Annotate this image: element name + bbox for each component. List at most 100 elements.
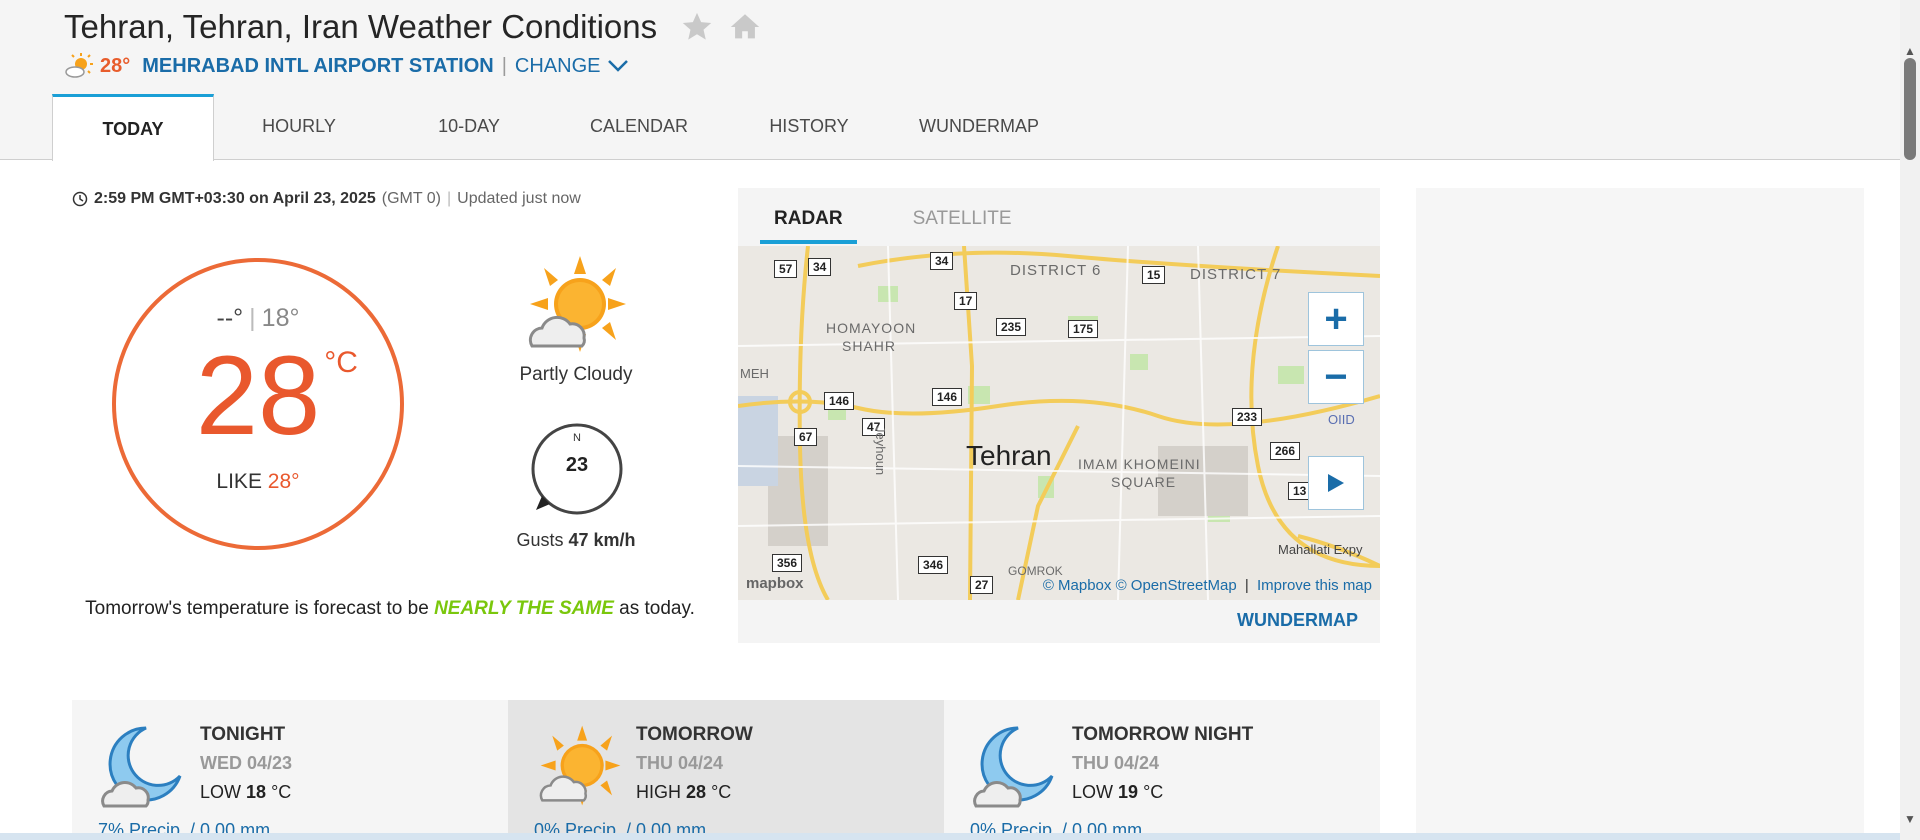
forecast-sentence-after: as today.	[613, 598, 695, 619]
clock-icon	[72, 191, 88, 207]
star-icon[interactable]	[680, 10, 714, 44]
map-tab-radar[interactable]: RADAR	[760, 208, 857, 244]
station-name-link[interactable]: MEHRABAD INTL AIRPORT STATION	[142, 55, 493, 78]
road-shield: 356	[772, 554, 803, 572]
zoom-out-button[interactable]: −	[1308, 350, 1364, 404]
card-temp: HIGH 28 °C	[636, 782, 731, 803]
improve-map-link[interactable]: Improve this map	[1257, 577, 1372, 594]
tab-calendar[interactable]: CALENDAR	[554, 94, 724, 160]
map-tab-satellite[interactable]: SATELLITE	[913, 208, 1012, 244]
scroll-up-arrow-icon[interactable]: ▲	[1904, 44, 1916, 58]
road-shield: 233	[1232, 408, 1263, 426]
radar-map[interactable]: 57 34 34 17 235 175 15 146 146 47 67 233…	[738, 246, 1380, 600]
road-shield: 266	[1270, 442, 1301, 460]
partly-cloudy-icon	[528, 256, 626, 352]
partly-cloudy-icon	[65, 53, 93, 78]
card-temp: LOW 19 °C	[1072, 782, 1163, 803]
scroll-down-arrow-icon[interactable]: ▼	[1904, 812, 1916, 826]
road-shield: 34	[808, 258, 832, 276]
title-actions	[680, 10, 762, 44]
card-title: TOMORROW NIGHT	[1072, 724, 1254, 745]
partly-cloudy-icon	[539, 725, 621, 806]
map-city-label: Tehran	[966, 440, 1052, 471]
scroll-thumb[interactable]	[1904, 58, 1916, 160]
map-label: Mahallati Expy	[1278, 542, 1363, 557]
map-label: Jeyhoun	[873, 426, 888, 476]
road-shield: 235	[996, 318, 1027, 336]
card-date: THU 04/24	[636, 753, 724, 773]
card-temp: LOW 18 °C	[200, 782, 291, 803]
road-shield: 57	[774, 260, 798, 278]
wind-compass: N 23	[528, 420, 626, 518]
play-icon	[1328, 474, 1344, 492]
attrib-separator: |	[1244, 577, 1249, 594]
road-shield: 34	[930, 252, 954, 270]
road-shield: 27	[970, 576, 994, 594]
high-low-temps: --° | 18°	[116, 304, 400, 333]
map-tabs: RADAR SATELLITE	[760, 208, 1012, 244]
road-shield: 15	[1142, 266, 1166, 284]
station-temp: 28°	[100, 54, 131, 77]
card-date: THU 04/24	[1072, 753, 1160, 773]
card-temp-label: HIGH	[636, 782, 681, 802]
current-temp-value: 28	[195, 333, 321, 458]
map-zoom-controls: + −	[1308, 292, 1364, 408]
station-row: 28° MEHRABAD INTL AIRPORT STATION | CHAN…	[64, 52, 629, 80]
play-animation-button[interactable]	[1308, 456, 1364, 510]
map-label: DISTRICT 7	[1190, 266, 1282, 283]
feels-like-value: 28°	[267, 470, 300, 493]
forecast-highlight: NEARLY THE SAME	[434, 598, 614, 619]
map-label: MEH	[740, 366, 769, 381]
high-temp: --°	[216, 304, 244, 332]
forecast-card-tomorrow-night[interactable]: TOMORROW NIGHT THU 04/24 LOW 19 °C 0% Pr…	[944, 700, 1380, 840]
change-label: CHANGE	[514, 54, 601, 77]
chevron-down-icon	[607, 60, 628, 72]
map-panel: RADAR SATELLITE 57 34 34 17 235 175 15 1…	[738, 188, 1380, 643]
moon-cloud-icon	[101, 726, 182, 808]
home-icon[interactable]	[728, 10, 762, 44]
timestamp-updated: Updated just now	[457, 190, 581, 207]
weather-page: Tehran, Tehran, Iran Weather Conditions …	[0, 0, 1920, 840]
condition-label: Partly Cloudy	[519, 364, 633, 385]
current-temp: 28 °C	[116, 340, 400, 452]
card-temp-value: 28	[686, 782, 707, 802]
wundermap-link[interactable]: WUNDERMAP	[1237, 610, 1358, 631]
card-temp-value: 18	[246, 782, 267, 802]
vertical-scrollbar[interactable]: ▲ ▼	[1900, 0, 1920, 840]
card-temp-unit: °C	[1143, 782, 1164, 802]
temp-unit[interactable]: °C	[324, 348, 358, 378]
tab-10-day[interactable]: 10-DAY	[384, 94, 554, 160]
change-station-button[interactable]: CHANGE	[515, 55, 629, 78]
forecast-card-tonight[interactable]: TONIGHT WED 04/23 LOW 18 °C 7% Precip. /…	[72, 700, 508, 840]
road-shield: 146	[824, 392, 855, 410]
timestamp-gmt: (GMT 0)	[381, 190, 442, 207]
forecast-sentence: Tomorrow's temperature is forecast to be…	[80, 592, 700, 626]
map-label: SHAHR	[842, 338, 897, 354]
feels-like: LIKE 28°	[116, 470, 400, 494]
attrib-mapbox-link[interactable]: © Mapbox	[1043, 577, 1112, 594]
page-title: Tehran, Tehran, Iran Weather Conditions	[64, 8, 658, 45]
road-shield: 175	[1068, 320, 1099, 338]
ad-panel	[1416, 188, 1864, 840]
road-shield: 346	[918, 556, 949, 574]
tab-today[interactable]: TODAY	[52, 94, 214, 161]
map-label: DISTRICT 6	[1010, 262, 1102, 279]
card-temp-unit: °C	[271, 782, 292, 802]
tab-history[interactable]: HISTORY	[724, 94, 894, 160]
observation-timestamp: 2:59 PM GMT+03:30 on April 23, 2025 (GMT…	[72, 190, 581, 208]
forecast-sentence-before: Tomorrow's temperature is forecast to be	[85, 598, 435, 619]
feels-like-label: LIKE	[216, 470, 262, 493]
gusts-value: 47 km/h	[568, 530, 636, 550]
map-label: HOMAYOON	[826, 320, 917, 336]
card-temp-label: LOW	[1072, 782, 1114, 802]
forecast-card-tomorrow[interactable]: TOMORROW THU 04/24 HIGH 28 °C 0% Precip.…	[508, 700, 944, 840]
attrib-osm-link[interactable]: © OpenStreetMap	[1116, 577, 1237, 594]
road-shield: 17	[954, 292, 978, 310]
tab-hourly[interactable]: HOURLY	[214, 94, 384, 160]
zoom-in-button[interactable]: +	[1308, 292, 1364, 346]
mapbox-logo[interactable]: mapbox	[746, 575, 804, 592]
map-label: IMAM KHOMEINI	[1078, 456, 1201, 472]
card-temp-value: 19	[1118, 782, 1139, 802]
tab-wundermap[interactable]: WUNDERMAP	[894, 94, 1064, 160]
road-shield: 146	[932, 388, 963, 406]
